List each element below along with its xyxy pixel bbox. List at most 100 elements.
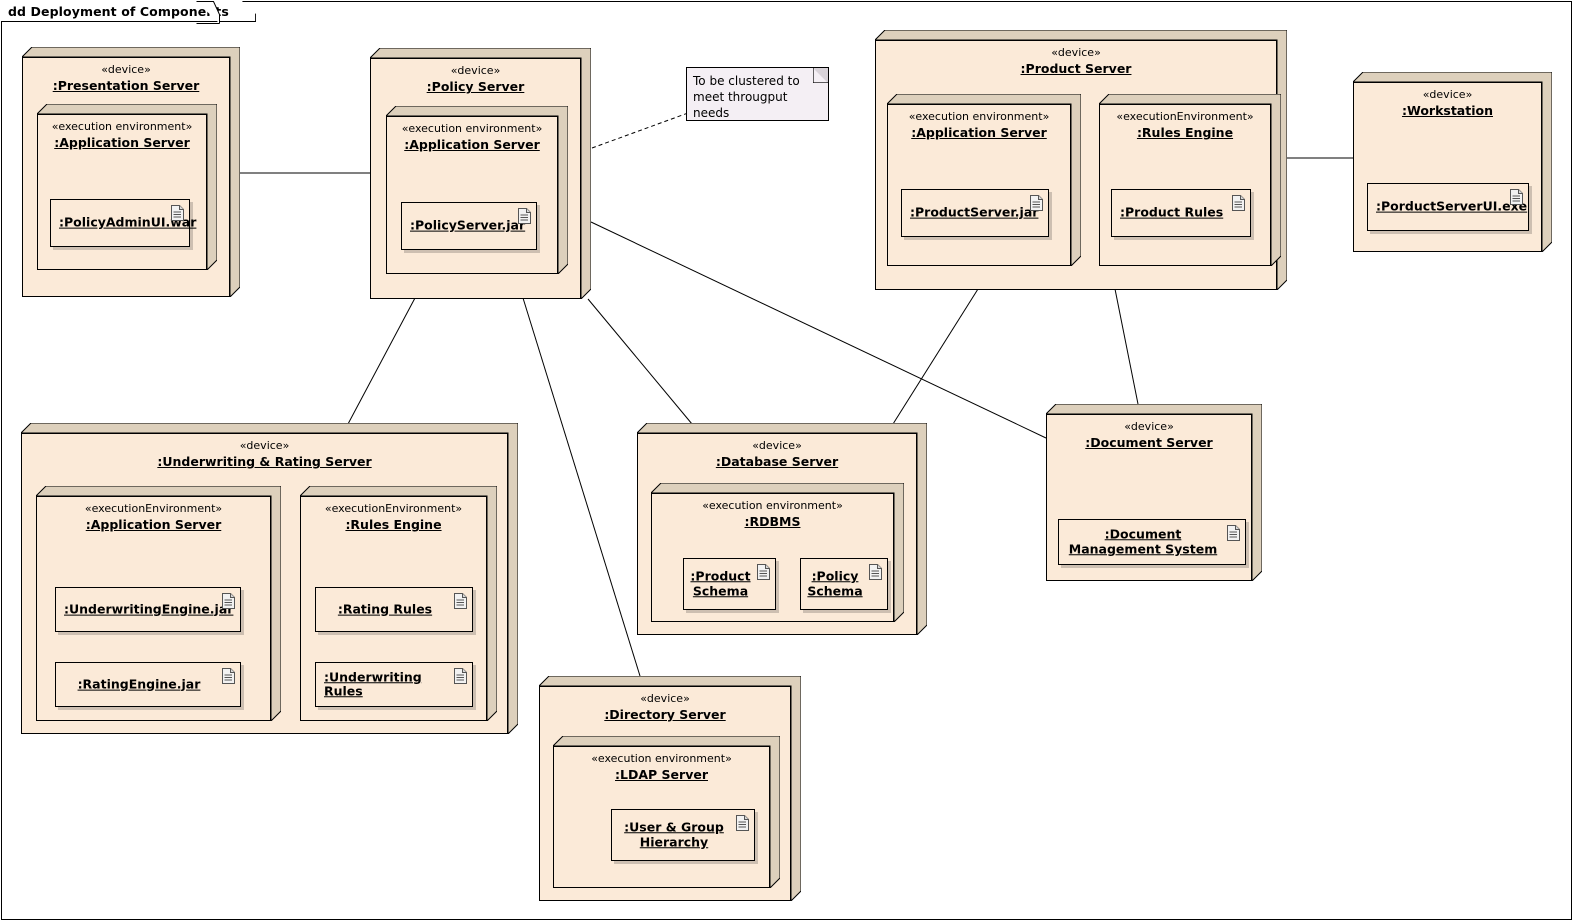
artifact-policyadminui-war[interactable]: :PolicyAdminUI.war <box>50 199 196 247</box>
node-policy-app-server[interactable]: «execution environment» :Application Ser… <box>386 106 568 274</box>
node-header: «device» :Workstation <box>1354 83 1541 119</box>
node-name: :Application Server <box>54 135 190 151</box>
artifact-label: :Product Rules <box>1120 204 1224 220</box>
node-underwriting-rating-server[interactable]: «device» :Underwriting & Rating Server «… <box>21 423 518 734</box>
link-policy-to-underwriting <box>347 297 416 425</box>
node-face: «execution environment» :Application Ser… <box>386 116 558 274</box>
node-stereotype: «device» <box>640 692 690 705</box>
link-product-to-document <box>1114 288 1139 405</box>
node-name: :Application Server <box>911 125 1047 141</box>
artifact-document-icon <box>454 593 467 609</box>
node-stereotype: «executionEnvironment» <box>324 502 463 515</box>
deployment-diagram-canvas: dd Deployment of Components To be cluste… <box>0 0 1575 923</box>
artifact-label: :Policy Schema <box>807 568 863 598</box>
artifact-rating-rules[interactable]: :Rating Rules <box>315 587 473 632</box>
artifact-underwritingengine-jar[interactable]: :UnderwritingEngine.jar <box>55 587 241 632</box>
artifact-document-icon <box>1510 189 1523 205</box>
node-header: «device» :Policy Server <box>371 59 580 95</box>
artifact-user-group-hierarchy[interactable]: :User & Group Hierarchy <box>611 809 755 861</box>
node-document-server[interactable]: «device» :Document Server :Document Mana… <box>1046 404 1262 581</box>
node-header: «device» :Database Server <box>638 434 916 470</box>
node-face: «device» :Directory Server «execution en… <box>539 686 791 901</box>
artifact-document-icon <box>222 668 235 684</box>
node-stereotype: «execution environment» <box>401 122 543 135</box>
artifact-policyserver-jar[interactable]: :PolicyServer.jar <box>401 202 537 250</box>
node-face: «device» :Policy Server «execution envir… <box>370 58 581 299</box>
node-ldap-server[interactable]: «execution environment» :LDAP Server :Us… <box>553 736 780 888</box>
node-header: «executionEnvironment» :Application Serv… <box>37 497 270 533</box>
artifact-product-rules[interactable]: :Product Rules <box>1111 189 1251 237</box>
node-policy-server[interactable]: «device» :Policy Server «execution envir… <box>370 48 591 299</box>
artifact-label: :Underwriting Rules <box>324 668 422 699</box>
node-rdbms[interactable]: «execution environment» :RDBMS :Product … <box>651 483 904 622</box>
node-header: «device» :Underwriting & Rating Server <box>22 434 507 470</box>
node-face: «executionEnvironment» :Rules Engine :Pr… <box>1099 104 1271 266</box>
node-presentation-server[interactable]: «device» :Presentation Server «execution… <box>22 47 240 297</box>
node-header: «execution environment» :LDAP Server <box>554 747 769 783</box>
node-face: «execution environment» :Application Ser… <box>37 114 207 270</box>
node-name: :Rules Engine <box>1136 125 1234 141</box>
node-face: «device» :Database Server «execution env… <box>637 433 917 635</box>
node-uw-rules-engine[interactable]: «executionEnvironment» :Rules Engine :Ra… <box>300 486 497 721</box>
node-name: :Policy Server <box>426 79 525 95</box>
node-stereotype: «device» <box>101 63 151 76</box>
node-header: «execution environment» :Application Ser… <box>888 105 1070 141</box>
node-presentation-app-server[interactable]: «execution environment» :Application Ser… <box>37 104 217 270</box>
node-face: «execution environment» :RDBMS :Product … <box>651 493 894 622</box>
artifact-label: :RatingEngine.jar <box>77 676 201 692</box>
node-header: «executionEnvironment» :Rules Engine <box>301 497 486 533</box>
node-stereotype: «executionEnvironment» <box>84 502 223 515</box>
node-workstation[interactable]: «device» :Workstation :PorductServerUI.e… <box>1353 72 1552 252</box>
artifact-document-icon <box>757 564 770 580</box>
node-face: «device» :Document Server :Document Mana… <box>1046 414 1252 581</box>
node-directory-server[interactable]: «device» :Directory Server «execution en… <box>539 676 801 901</box>
node-face: «device» :Product Server «execution envi… <box>875 40 1281 290</box>
node-header: «device» :Document Server <box>1047 415 1251 451</box>
node-name: :Presentation Server <box>52 78 200 94</box>
artifact-label: :Document Management System <box>1068 526 1218 556</box>
node-face: «execution environment» :LDAP Server :Us… <box>553 746 770 888</box>
node-name: :Directory Server <box>604 707 726 723</box>
node-product-rules-engine[interactable]: «executionEnvironment» :Rules Engine :Pr… <box>1099 94 1281 266</box>
node-name: :Application Server <box>404 137 540 153</box>
artifact-product-schema[interactable]: :Product Schema <box>683 558 776 610</box>
node-stereotype: «device» <box>1422 88 1473 101</box>
node-stereotype: «device» <box>450 64 501 77</box>
node-face: «device» :Presentation Server «execution… <box>22 57 230 297</box>
node-database-server[interactable]: «device» :Database Server «execution env… <box>637 423 927 635</box>
artifact-ratingengine-jar[interactable]: :RatingEngine.jar <box>55 662 241 707</box>
node-name: :LDAP Server <box>615 767 708 783</box>
node-face: «executionEnvironment» :Application Serv… <box>36 496 271 721</box>
node-name: :Workstation <box>1401 103 1493 119</box>
node-header: «device» :Product Server <box>876 41 1276 77</box>
artifact-label: :Product Schema <box>690 568 751 598</box>
artifact-document-icon <box>518 208 531 224</box>
artifact-document-management-system[interactable]: :Document Management System <box>1058 519 1246 565</box>
node-name: :Product Server <box>1020 61 1132 77</box>
artifact-label: :User & Group Hierarchy <box>624 819 724 849</box>
artifact-underwriting-rules[interactable]: :Underwriting Rules <box>315 662 473 707</box>
note-text: To be clustered to meet througput needs <box>693 74 800 121</box>
artifact-document-icon <box>454 668 467 684</box>
node-stereotype: «executionEnvironment» <box>1116 110 1254 123</box>
artifact-porductserverui-exe[interactable]: :PorductServerUI.exe <box>1367 183 1529 231</box>
link-policy-to-directory <box>522 297 641 677</box>
node-header: «execution environment» :Application Ser… <box>387 117 557 153</box>
artifact-productserver-jar[interactable]: :ProductServer.jar <box>901 189 1049 237</box>
node-product-server[interactable]: «device» :Product Server «execution envi… <box>875 30 1287 290</box>
node-uw-app-server[interactable]: «executionEnvironment» :Application Serv… <box>36 486 281 721</box>
artifact-policy-schema[interactable]: :Policy Schema <box>800 558 888 610</box>
node-product-app-server[interactable]: «execution environment» :Application Ser… <box>887 94 1081 266</box>
note-fold-icon <box>813 68 828 83</box>
artifact-label: :PolicyServer.jar <box>410 217 526 233</box>
link-policy-to-note <box>591 112 689 149</box>
link-policy-to-database <box>587 298 693 425</box>
artifact-document-icon <box>869 564 882 580</box>
artifact-document-icon <box>1030 195 1043 211</box>
artifact-label: :ProductServer.jar <box>910 204 1039 220</box>
node-name: :Underwriting & Rating Server <box>157 454 372 470</box>
node-header: «execution environment» :Application Ser… <box>38 115 206 151</box>
node-name: :Database Server <box>715 454 839 470</box>
artifact-label: :UnderwritingEngine.jar <box>64 601 234 617</box>
node-name: :Rules Engine <box>345 517 442 533</box>
